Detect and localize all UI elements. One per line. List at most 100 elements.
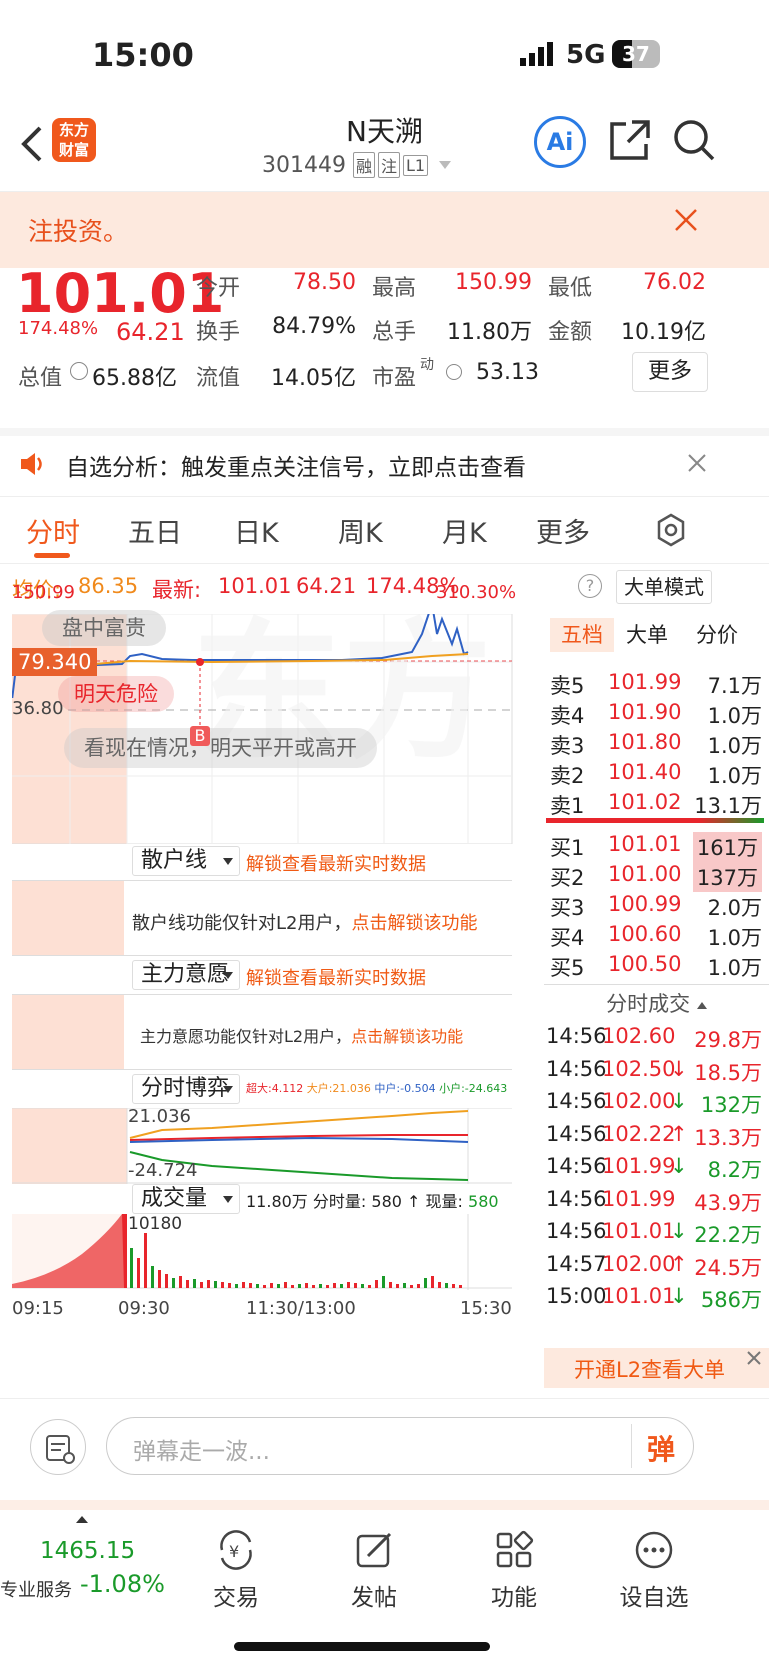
help-icon[interactable]: ?	[578, 574, 602, 598]
main-force-lock-link[interactable]: 点击解锁该功能	[351, 1027, 463, 1046]
share-icon[interactable]	[608, 118, 652, 162]
trade-arrow: ↑	[670, 1251, 688, 1276]
sell-level: 卖5	[550, 674, 585, 698]
tab-week-k[interactable]: 周K	[338, 511, 383, 550]
tab-functions[interactable]: 功能	[454, 1528, 574, 1612]
volume-bar	[228, 1283, 231, 1288]
trade-time: 14:56	[546, 1154, 607, 1178]
intraday-info-line: 均价: 86.35 最新: 101.01 64.21 174.48% ? 大单模…	[0, 568, 769, 612]
badge-level: L1	[403, 154, 429, 176]
time-label-close: 15:30	[460, 1298, 512, 1319]
bottom-tab-bar: 1465.15 专业服务 -1.08% ¥ 交易 发帖 功能 设自选	[0, 1500, 769, 1665]
sell-row[interactable]: 卖2 101.40 1.0万	[550, 758, 766, 790]
trades-title[interactable]: 分时成交	[544, 988, 769, 1018]
tab-day-k[interactable]: 日K	[234, 511, 279, 550]
main-force-selector[interactable]: 主力意愿	[132, 960, 240, 990]
volume-bar	[389, 1282, 392, 1288]
pe-info-icon[interactable]	[446, 364, 462, 380]
volume-bar	[305, 1283, 308, 1288]
volume-bar	[438, 1282, 441, 1288]
game-chart[interactable]	[12, 1108, 512, 1184]
volume-bar	[368, 1285, 371, 1288]
ai-button[interactable]: Ai	[534, 116, 586, 168]
promo-close-icon[interactable]	[686, 452, 708, 474]
sell-row[interactable]: 卖3 101.80 1.0万	[550, 728, 766, 760]
sell-row[interactable]: 卖5 101.99 7.1万	[550, 668, 766, 700]
main-force-lock-text: 主力意愿功能仅针对L2用户，	[140, 1027, 352, 1046]
tag-outlook[interactable]: 看现在情况，明天平开或高开	[64, 728, 377, 768]
quote-panel: 101.01 174.48% 64.21 总值 65.88亿 今开 78.50 …	[0, 262, 769, 428]
close-icon[interactable]	[672, 206, 700, 234]
sell-volume: 1.0万	[707, 704, 762, 728]
volume-bar	[382, 1276, 385, 1288]
tab-post[interactable]: 发帖	[314, 1528, 434, 1612]
close-icon[interactable]	[744, 1348, 764, 1368]
danmaku-send-button[interactable]: 弹	[647, 1428, 675, 1468]
tab-intraday[interactable]: 分时	[26, 511, 80, 550]
amount-label: 金额	[548, 320, 593, 345]
dropdown-caret-icon[interactable]	[439, 161, 452, 169]
volume-info: 11.80万 分时量: 580 ↑ 现量: 580	[246, 1188, 499, 1212]
tab-add-watchlist[interactable]: 设自选	[594, 1528, 714, 1612]
l2-banner[interactable]: 开通L2查看大单	[544, 1348, 769, 1388]
search-icon[interactable]	[672, 118, 716, 162]
tab-five-levels[interactable]: 五档	[550, 618, 614, 652]
retail-unlock-link[interactable]: 解锁查看最新实时数据	[246, 850, 426, 876]
buy-row[interactable]: 买4 100.60 1.0万	[550, 920, 766, 952]
svg-text:¥: ¥	[229, 1542, 239, 1561]
tab-month-k[interactable]: 月K	[442, 511, 487, 550]
buy-price: 100.50	[608, 952, 682, 976]
retail-lock-link[interactable]: 点击解锁该功能	[351, 913, 477, 934]
tab-price-dist[interactable]: 分价	[696, 618, 738, 652]
gear-icon[interactable]	[654, 513, 688, 547]
main-force-locked-panel: 主力意愿功能仅针对L2用户，点击解锁该功能	[12, 994, 512, 1070]
buy-marker[interactable]: B	[190, 726, 210, 746]
retail-line-selector[interactable]: 散户线	[132, 846, 240, 876]
game-selector[interactable]: 分时博弈	[132, 1074, 240, 1104]
buy-row[interactable]: 买5 100.50 1.0万	[550, 950, 766, 982]
volume-label: 总手	[372, 320, 417, 345]
status-bar: 15:00 5G 37	[0, 0, 769, 110]
tag-danger[interactable]: 明天危险	[58, 676, 174, 712]
tab-trade[interactable]: ¥ 交易	[176, 1528, 296, 1612]
volume-bar	[312, 1285, 315, 1288]
notes-icon[interactable]	[30, 1419, 86, 1475]
l2-banner-text: 开通L2查看大单	[574, 1358, 726, 1382]
more-button[interactable]: 更多	[632, 352, 708, 392]
info-icon[interactable]	[70, 362, 88, 380]
main-force-unlock-link[interactable]: 解锁查看最新实时数据	[246, 964, 426, 990]
buy-row[interactable]: 买2 101.00 137万	[550, 860, 766, 892]
promo-banner[interactable]: 自选分析：触发重点关注信号，立即点击查看	[0, 428, 769, 496]
index-pct[interactable]: -1.08%	[80, 1570, 165, 1598]
now-value: 580	[468, 1192, 499, 1211]
buy-price: 101.01	[608, 832, 682, 856]
trade-row: 14:56 102.50 ↓ 18.5万	[546, 1055, 762, 1087]
tab-more[interactable]: 更多	[536, 511, 590, 550]
sell-row[interactable]: 卖4 101.90 1.0万	[550, 698, 766, 730]
retail-lock-msg: 散户线功能仅针对L2用户，点击解锁该功能	[132, 909, 477, 935]
danmaku-input[interactable]: 弹幕走一波... 弹	[106, 1417, 694, 1475]
trade-price: 102.50	[602, 1056, 676, 1081]
volume-bar	[165, 1274, 168, 1288]
sell-row[interactable]: 卖1 101.02 13.1万	[550, 788, 766, 820]
volume-chart[interactable]	[12, 1214, 512, 1290]
tab-five-day[interactable]: 五日	[128, 511, 182, 550]
tab-big-orders[interactable]: 大单	[626, 618, 668, 652]
current-price-tag: 79.340	[12, 648, 98, 676]
now-label: 现量:	[425, 1192, 463, 1211]
index-value[interactable]: 1465.15	[40, 1538, 135, 1564]
stock-code-row: 301449 融 注 L1	[262, 150, 452, 180]
tag-rich[interactable]: 盘中富贵	[42, 610, 166, 646]
avg-value: 86.35	[78, 574, 139, 598]
volume-bar	[284, 1282, 287, 1288]
cap-label: 总值	[18, 366, 63, 391]
volume-bar	[207, 1280, 210, 1288]
index-label[interactable]: 专业服务	[0, 1576, 72, 1602]
buy-row[interactable]: 买3 100.99 2.0万	[550, 890, 766, 922]
volume-bar	[347, 1282, 350, 1288]
big-order-mode-button[interactable]: 大单模式	[616, 570, 712, 604]
trade-price: 101.01	[602, 1219, 676, 1243]
volume-bar	[319, 1284, 322, 1288]
buy-row[interactable]: 买1 101.01 161万	[550, 830, 766, 862]
volume-selector[interactable]: 成交量	[132, 1184, 240, 1214]
